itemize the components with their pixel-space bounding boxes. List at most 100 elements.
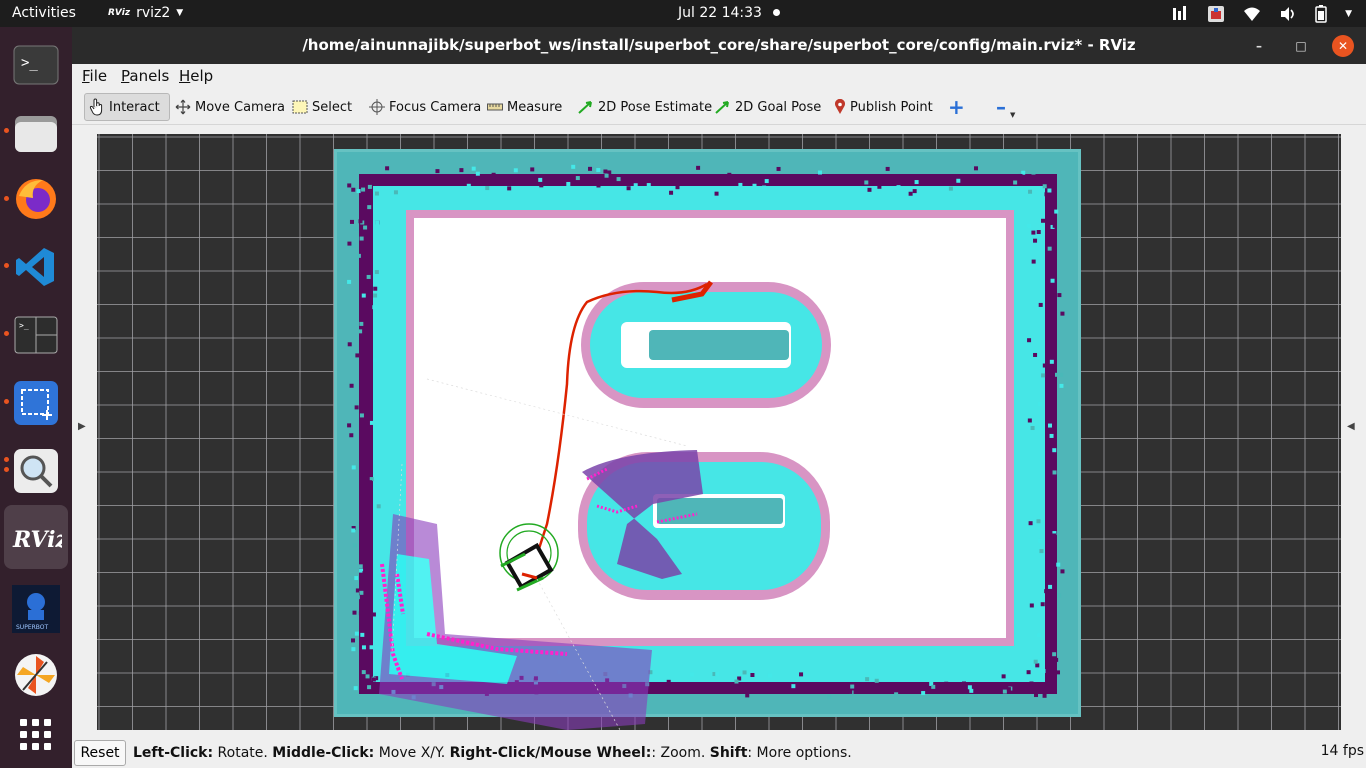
publish-point-tool[interactable]: Publish Point (830, 93, 937, 121)
screenshot-icon (14, 381, 58, 425)
noise-cell (1029, 603, 1034, 608)
noise-cell (491, 172, 496, 177)
menu-file[interactable]: File (82, 67, 107, 85)
system-tray[interactable]: ▼ (1171, 5, 1352, 23)
noise-cell (743, 687, 748, 692)
split-terminal-icon: >_ (14, 316, 58, 354)
select-tool[interactable]: Select (288, 93, 356, 121)
noise-cell (896, 185, 901, 190)
noise-cell (1046, 325, 1051, 330)
noise-cell (1048, 584, 1053, 589)
selection-box-icon (292, 100, 308, 114)
noise-cell (352, 543, 357, 548)
measure-tool[interactable]: Measure (483, 93, 566, 121)
close-button[interactable]: ✕ (1332, 35, 1354, 57)
power-menu-icon[interactable]: ▼ (1345, 9, 1352, 19)
maximize-button[interactable]: □ (1290, 35, 1312, 57)
noise-cell (352, 610, 357, 615)
app-indicator-icon[interactable] (1207, 5, 1225, 23)
svg-text:RViz: RViz (12, 527, 62, 553)
move-camera-tool[interactable]: Move Camera (171, 93, 289, 121)
reset-button[interactable]: Reset (74, 740, 126, 766)
image-viewer-launcher[interactable] (10, 445, 62, 497)
remove-tool-button[interactable]: – ▼ (992, 93, 1019, 121)
noise-cell (727, 172, 732, 177)
noise-cell (471, 166, 476, 171)
activities-button[interactable]: Activities (12, 5, 76, 21)
rviz-launcher[interactable]: RViz (4, 505, 68, 569)
superbot-launcher[interactable]: SUPERBOT (10, 583, 62, 635)
clock[interactable]: Jul 22 14:33 (678, 5, 762, 21)
wifi-icon[interactable] (1243, 6, 1261, 22)
interact-tool[interactable]: Interact (84, 93, 170, 121)
system-top-bar: Activities RViz rviz2 ▼ Jul 22 14:33 ▼ (0, 0, 1366, 27)
menu-help[interactable]: Help (179, 67, 213, 85)
noise-cell (669, 190, 674, 195)
noise-cell (912, 189, 917, 194)
noise-cell (1052, 448, 1057, 453)
menu-panels[interactable]: Panels (121, 67, 169, 85)
noise-cell (1056, 562, 1061, 567)
noise-cell (1036, 230, 1041, 235)
noise-cell (877, 184, 882, 189)
expand-right-arrow-icon[interactable]: ◀ (1347, 421, 1355, 432)
noise-cell (908, 191, 913, 196)
vscode-launcher[interactable] (10, 241, 62, 293)
noise-cell (347, 241, 352, 246)
screenshot-launcher[interactable] (10, 377, 62, 429)
interact-tool-label: Interact (109, 99, 160, 115)
noise-cell (368, 650, 373, 655)
noise-cell (354, 631, 359, 636)
scene-svg[interactable] (97, 134, 1341, 730)
expand-left-arrow-icon[interactable]: ▶ (78, 421, 86, 432)
move-arrows-icon (175, 99, 191, 115)
pose-estimate-tool-label: 2D Pose Estimate (598, 99, 713, 115)
noise-cell (351, 465, 356, 470)
tools-toolbar: Interact Move Camera Select Focus Camera… (72, 89, 1366, 125)
chevron-down-icon: ▼ (176, 8, 184, 18)
battery-icon[interactable] (1315, 5, 1327, 23)
noise-cell (351, 638, 356, 643)
noise-cell (571, 164, 576, 169)
pinwheel-launcher[interactable] (10, 649, 62, 701)
noise-cell (626, 186, 631, 191)
noise-cell (699, 176, 704, 181)
goal-pose-tool[interactable]: 2D Goal Pose (711, 93, 825, 121)
noise-cell (732, 687, 737, 692)
show-apps-button[interactable] (10, 709, 62, 761)
noise-cell (1031, 230, 1036, 235)
noise-cell (376, 504, 381, 509)
noise-cell (515, 176, 520, 181)
noise-cell (816, 683, 821, 688)
focus-camera-tool[interactable]: Focus Camera (365, 93, 485, 121)
firefox-launcher[interactable] (10, 173, 62, 225)
noise-cell (1040, 602, 1045, 607)
right-dock-collapsed[interactable]: ◀ (1341, 125, 1366, 733)
vscode-icon (16, 248, 54, 286)
left-dock-collapsed[interactable]: ▶ (72, 125, 97, 733)
noise-cell (646, 183, 651, 188)
noise-cell (1030, 426, 1035, 431)
noise-cell (1057, 593, 1062, 598)
noise-cell (1033, 352, 1038, 357)
app-grid-icon (20, 719, 51, 750)
add-tool-button[interactable]: + (944, 93, 969, 121)
accessibility-icon[interactable] (1171, 5, 1189, 23)
pose-estimate-tool[interactable]: 2D Pose Estimate (574, 93, 716, 121)
noise-cell (1056, 670, 1061, 675)
render-viewport[interactable] (97, 134, 1341, 730)
window-controls: – □ ✕ (1248, 35, 1354, 57)
noise-cell (356, 189, 361, 194)
select-tool-label: Select (312, 99, 353, 115)
noise-cell (1034, 693, 1039, 698)
noise-cell (349, 433, 354, 438)
app-menu[interactable]: RViz rviz2 ▼ (108, 5, 183, 21)
window-titlebar[interactable]: /home/ainunnajibk/superbot_ws/install/su… (72, 27, 1366, 64)
volume-icon[interactable] (1279, 6, 1297, 22)
noise-cell (1052, 652, 1057, 657)
minimize-button[interactable]: – (1248, 35, 1270, 57)
noise-cell (361, 670, 366, 675)
terminal-launcher[interactable]: >_ (10, 39, 62, 91)
files-launcher[interactable] (10, 107, 62, 159)
terminator-launcher[interactable]: >_ (10, 309, 62, 361)
